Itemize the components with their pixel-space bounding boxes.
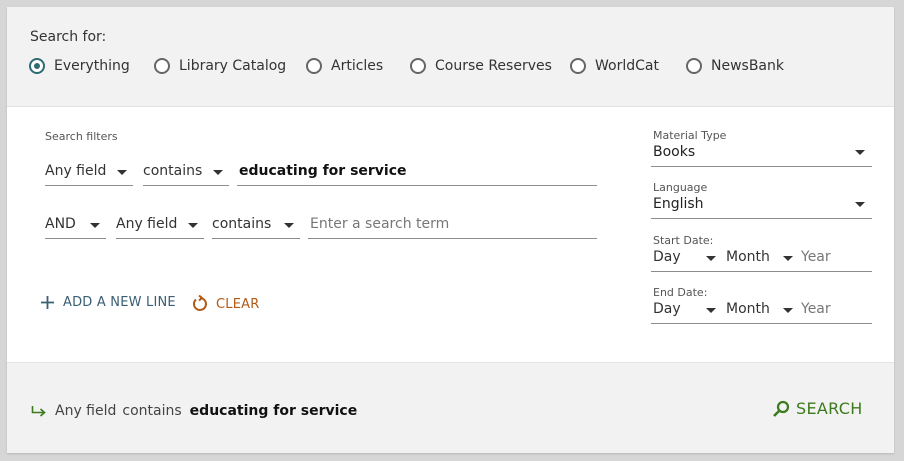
select-value: Books <box>653 144 696 160</box>
language-select[interactable]: English <box>651 193 872 219</box>
radio-icon <box>306 58 322 74</box>
query-summary-bar: Any field contains educating for service… <box>7 362 894 453</box>
dropdown-arrow-icon <box>284 223 294 228</box>
query-operator: contains <box>122 403 182 419</box>
dropdown-arrow-icon <box>117 170 127 175</box>
clear-button[interactable]: CLEAR <box>191 295 259 313</box>
line2-boolean-select[interactable]: AND <box>45 213 106 239</box>
arrow-return-icon <box>31 406 46 417</box>
select-value: AND <box>45 216 76 232</box>
start-day-select[interactable]: Day <box>653 249 681 265</box>
scope-radio-library-catalog[interactable]: Library Catalog <box>154 55 286 77</box>
dropdown-arrow-icon <box>855 202 865 207</box>
radio-icon <box>570 58 586 74</box>
start-date-row: Day Month <box>651 245 872 272</box>
end-date-row: Day Month <box>651 297 872 324</box>
reset-icon <box>193 295 207 311</box>
line2-search-term-input[interactable] <box>310 216 599 232</box>
radio-selected-icon <box>29 58 45 74</box>
line1-operator-select[interactable]: contains <box>143 160 229 186</box>
dropdown-arrow-icon[interactable] <box>783 256 793 261</box>
radio-icon <box>686 58 702 74</box>
select-value: contains <box>212 216 272 232</box>
scope-label: Course Reserves <box>435 58 552 74</box>
start-year-input[interactable] <box>801 249 861 265</box>
dropdown-arrow-icon[interactable] <box>706 256 716 261</box>
radio-icon <box>410 58 426 74</box>
scope-label: Everything <box>54 58 130 74</box>
scope-radio-newsbank[interactable]: NewsBank <box>686 55 784 77</box>
material-type-select[interactable]: Books <box>651 141 872 167</box>
dropdown-arrow-icon[interactable] <box>706 308 716 313</box>
query-term: educating for service <box>189 403 358 419</box>
scope-label: Articles <box>331 58 384 74</box>
search-label: SEARCH <box>796 399 863 418</box>
select-value: English <box>653 196 704 212</box>
add-new-line-label: ADD A NEW LINE <box>63 295 176 310</box>
line2-search-term-field[interactable] <box>308 213 599 239</box>
query-field: Any field <box>55 403 117 419</box>
scope-label: WorldCat <box>595 58 659 74</box>
search-scope-bar: Search for: Everything Library Catalog A… <box>7 7 894 107</box>
radio-icon <box>154 58 170 74</box>
clear-label: CLEAR <box>216 296 260 312</box>
dropdown-arrow-icon <box>188 223 198 228</box>
query-summary: Any field contains educating for service <box>31 403 357 419</box>
dropdown-arrow-icon[interactable] <box>783 308 793 313</box>
scope-radio-everything[interactable]: Everything <box>29 55 130 77</box>
select-value: Any field <box>45 163 107 179</box>
plus-icon <box>41 296 54 309</box>
end-day-select[interactable]: Day <box>653 301 681 317</box>
select-value: Any field <box>116 216 178 232</box>
end-year-input[interactable] <box>801 301 861 317</box>
search-button[interactable]: SEARCH <box>772 399 863 418</box>
scope-label: NewsBank <box>711 58 784 74</box>
line1-search-term-field[interactable] <box>237 160 599 186</box>
scope-radio-articles[interactable]: Articles <box>306 55 383 77</box>
end-month-select[interactable]: Month <box>726 301 770 317</box>
line1-field-select[interactable]: Any field <box>45 160 133 186</box>
line2-operator-select[interactable]: contains <box>212 213 300 239</box>
select-value: contains <box>143 163 203 179</box>
dropdown-arrow-icon <box>855 150 865 155</box>
scope-radio-worldcat[interactable]: WorldCat <box>570 55 659 77</box>
line1-search-term-input[interactable] <box>239 163 599 179</box>
search-filters-label: Search filters <box>45 130 118 143</box>
advanced-search-panel: Search for: Everything Library Catalog A… <box>7 7 894 453</box>
dropdown-arrow-icon <box>213 170 223 175</box>
search-for-label: Search for: <box>30 29 107 45</box>
add-new-line-button[interactable]: ADD A NEW LINE <box>40 295 176 310</box>
scope-radio-course-reserves[interactable]: Course Reserves <box>410 55 552 77</box>
line2-field-select[interactable]: Any field <box>116 213 204 239</box>
search-icon <box>773 400 790 417</box>
dropdown-arrow-icon <box>90 223 100 228</box>
scope-label: Library Catalog <box>179 58 287 74</box>
start-month-select[interactable]: Month <box>726 249 770 265</box>
